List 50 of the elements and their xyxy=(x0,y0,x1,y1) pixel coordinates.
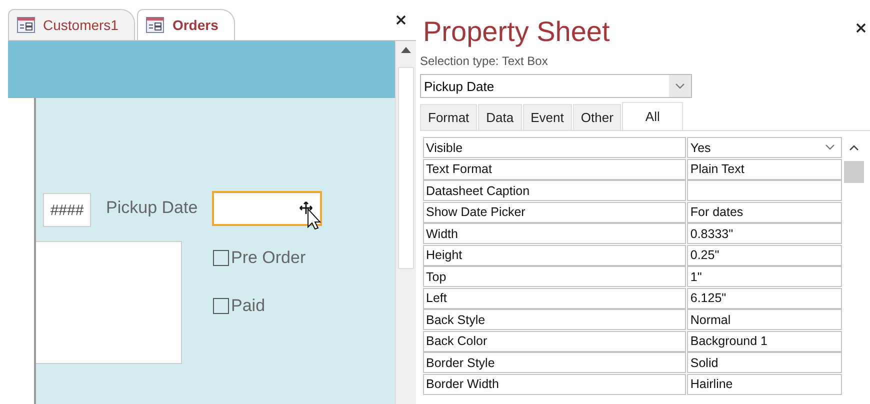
scroll-thumb[interactable] xyxy=(398,67,414,269)
checkbox[interactable] xyxy=(213,298,229,314)
property-name: Height xyxy=(423,244,686,266)
chevron-down-icon[interactable] xyxy=(825,144,835,150)
chevron-down-icon[interactable] xyxy=(675,83,685,89)
property-name: Text Format xyxy=(423,158,686,180)
property-name: Border Width xyxy=(423,374,686,394)
property-value[interactable]: Normal xyxy=(687,309,842,330)
property-value[interactable]: Plain Text xyxy=(687,158,842,180)
object-dropdown[interactable]: Pickup Date xyxy=(420,74,692,98)
property-value[interactable]: 1" xyxy=(687,266,842,287)
input-field[interactable] xyxy=(212,191,322,226)
property-value[interactable]: Hairline xyxy=(687,374,842,394)
document-tab[interactable]: Orders xyxy=(137,9,236,40)
tab[interactable]: Data xyxy=(478,104,522,130)
property-value[interactable]: Yes xyxy=(687,137,842,158)
tab[interactable]: All xyxy=(622,102,683,130)
tab[interactable]: Format xyxy=(420,104,478,130)
property-name: Show Date Picker xyxy=(423,202,686,222)
checkbox-label: Paid xyxy=(231,296,266,316)
property-value[interactable]: 0.8333" xyxy=(687,223,842,244)
property-value[interactable]: 0.25" xyxy=(687,244,842,266)
form-icon xyxy=(17,17,35,33)
scroll-thumb[interactable] xyxy=(844,161,864,183)
document-tab[interactable]: Customers1 xyxy=(8,9,136,40)
checkbox-label: Pre Order xyxy=(231,248,306,268)
scrollbar[interactable] xyxy=(395,41,416,404)
tab[interactable]: Event xyxy=(522,104,572,130)
property-name: Visible xyxy=(423,137,686,158)
form-icon xyxy=(146,17,164,33)
property-value[interactable]: For dates xyxy=(687,202,842,222)
panel-title: Property Sheet xyxy=(422,15,610,49)
move-cursor-icon xyxy=(298,201,324,231)
selection-type-text: Selection type: Text Box xyxy=(420,54,549,68)
property-name: Back Color xyxy=(423,330,686,352)
property-name: Width xyxy=(423,223,686,244)
text-box[interactable]: #### xyxy=(43,193,91,227)
property-name: Top xyxy=(423,266,686,287)
field-label: Pickup Date xyxy=(106,198,198,218)
property-value[interactable]: 6.125" xyxy=(687,288,842,308)
scroll-up-icon[interactable] xyxy=(401,47,411,53)
property-value[interactable]: Solid xyxy=(687,352,842,373)
property-name: Back Style xyxy=(423,309,686,330)
tab[interactable]: Other xyxy=(572,104,622,130)
property-value[interactable]: Background 1 xyxy=(687,330,842,352)
property-name: Left xyxy=(423,288,686,308)
property-name: Border Style xyxy=(423,352,686,373)
scroll-up-icon[interactable] xyxy=(849,145,859,151)
property-name: Datasheet Caption xyxy=(423,180,686,201)
checkbox[interactable] xyxy=(213,250,229,266)
